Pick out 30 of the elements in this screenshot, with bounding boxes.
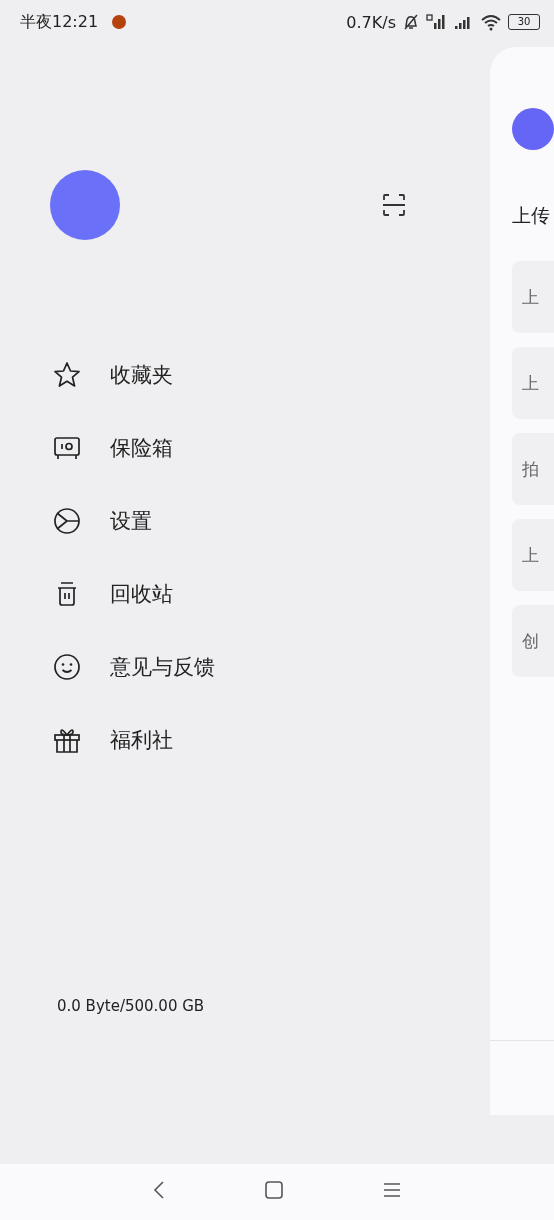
- signal-icon: [426, 13, 448, 31]
- back-icon[interactable]: [153, 1180, 165, 1200]
- muted-bell-icon: [402, 13, 420, 31]
- action-card[interactable]: 拍: [512, 433, 554, 505]
- home-icon[interactable]: [265, 1181, 283, 1199]
- action-card[interactable]: 上: [512, 519, 554, 591]
- storage-usage: 0.0 Byte/500.00 GB: [57, 997, 206, 1015]
- menu-item[interactable]: 回收站: [53, 580, 173, 608]
- action-card[interactable]: 上: [512, 261, 554, 333]
- menu-icon[interactable]: [383, 1182, 401, 1198]
- smiley-icon: [53, 653, 81, 681]
- star-icon: [53, 361, 81, 389]
- section-heading: 上传: [512, 203, 551, 228]
- menu-item[interactable]: 福利社: [53, 726, 173, 754]
- menu-item[interactable]: 保险箱: [53, 434, 173, 462]
- battery-level: 30: [517, 17, 531, 27]
- action-card[interactable]: 上: [512, 347, 554, 419]
- menu-item[interactable]: 设置: [53, 507, 152, 535]
- action-card[interactable]: 创: [512, 605, 554, 677]
- gift-icon: [53, 726, 81, 754]
- avatar: [512, 108, 554, 150]
- safe-icon: [53, 434, 81, 462]
- settings-icon: [53, 507, 81, 535]
- scan-icon[interactable]: [382, 193, 406, 217]
- wifi-icon: [480, 13, 502, 31]
- menu-item[interactable]: 收藏夹: [53, 361, 173, 389]
- status-time: 半夜12:21: [20, 11, 99, 33]
- app-notification-icon: [112, 15, 127, 29]
- menu-item[interactable]: 意见与反馈: [53, 653, 215, 681]
- network-speed: 0.7K/s: [346, 12, 396, 32]
